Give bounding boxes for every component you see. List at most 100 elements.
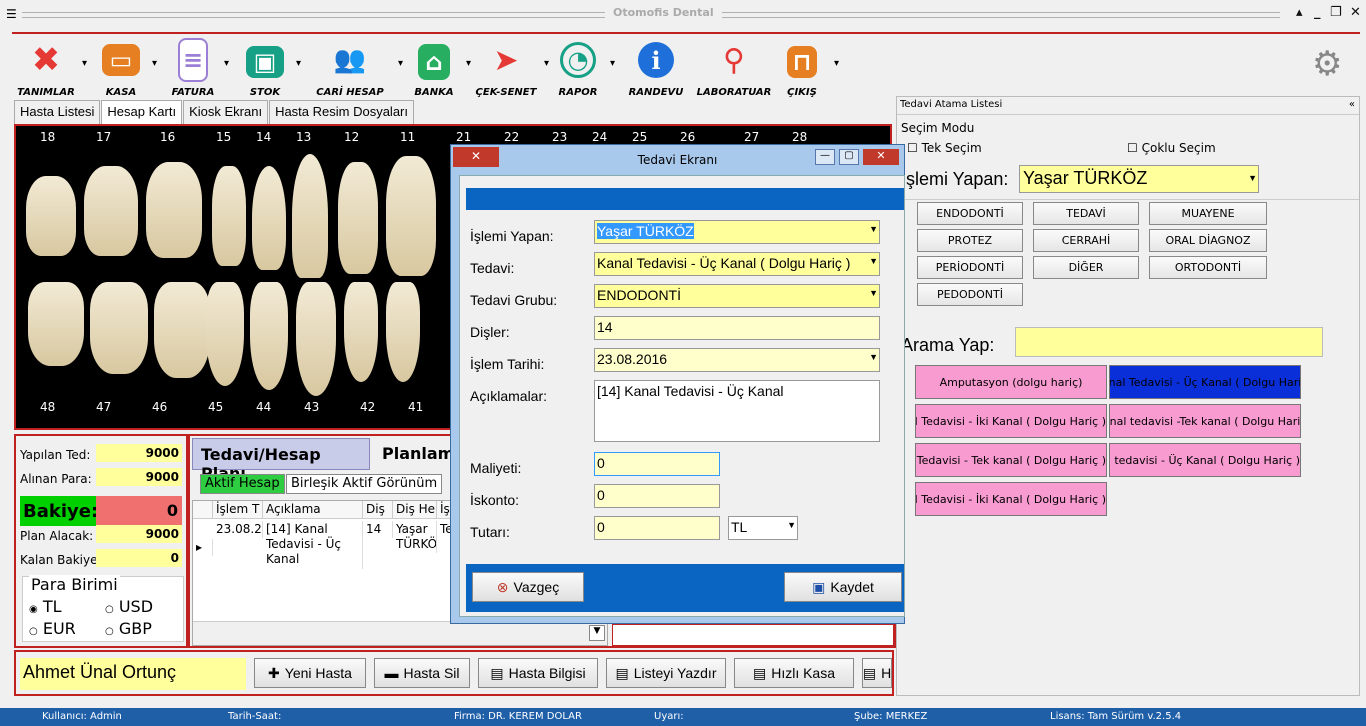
cell-tooth[interactable]: 14 [363, 521, 393, 538]
toolbar-tanimlar[interactable]: ✖ TANIMLAR [6, 38, 86, 98]
minimize-button[interactable]: _ [1314, 5, 1321, 20]
group-select[interactable]: ENDODONTİ ▼ [594, 284, 880, 308]
print-list-button[interactable]: ▤ Listeyi Yazdır [606, 658, 726, 688]
more-button[interactable]: ▤ H [862, 658, 892, 688]
toolbar-banka[interactable]: ⌂ BANKA [394, 38, 474, 98]
button-label: Kaydet [830, 579, 874, 595]
chevron-down-icon[interactable]: ▾ [610, 58, 615, 69]
currency-select[interactable]: TL ▼ [728, 516, 798, 540]
tab-hasta-listesi[interactable]: Hasta Listesi [14, 100, 101, 124]
tooth-18[interactable] [26, 176, 76, 256]
column-header[interactable]: Açıklama [263, 501, 363, 519]
category-tedavi[interactable]: TEDAVİ [1033, 202, 1139, 225]
tooth-12[interactable] [338, 162, 378, 274]
tooth-42[interactable] [344, 282, 378, 382]
category-pedodonti[interactable]: PEDODONTİ [917, 283, 1023, 306]
column-header[interactable]: Diş Hel [393, 501, 437, 519]
toolbar-cari-hesap[interactable]: 👥 CARİ HESAP [310, 38, 390, 98]
close-button[interactable]: ✕ [863, 149, 899, 165]
radio-tl[interactable]: ◉ TL [29, 597, 62, 616]
teeth-input[interactable]: 14 [594, 316, 880, 340]
secondary-field[interactable] [612, 624, 894, 646]
category-endodonti[interactable]: ENDODONTİ [917, 202, 1023, 225]
cell-desc[interactable]: [14] Kanal Tedavisi - Üç Kanal [263, 521, 363, 569]
toolbar-kasa[interactable]: ▭ KASA [81, 38, 161, 98]
treatment-select[interactable]: Kanal Tedavisi - Üç Kanal ( Dolgu Hariç … [594, 252, 880, 276]
chevron-down-icon[interactable]: ▾ [834, 58, 839, 69]
category-cerrahi[interactable]: CERRAHİ [1033, 229, 1139, 252]
subtab-aktif-hesap[interactable]: Aktif Hesap [200, 474, 285, 494]
tooth-44[interactable] [250, 282, 288, 390]
date-picker[interactable]: 23.08.2016 ▼ [594, 348, 880, 372]
radio-usd[interactable]: ○ USD [105, 597, 153, 616]
doer-select[interactable]: Yaşar TÜRKÖZ ▼ [594, 220, 880, 244]
tooth-48[interactable] [28, 282, 84, 366]
category-periodonti[interactable]: PERİODONTİ [917, 256, 1023, 279]
multi-select-checkbox[interactable]: ☐ Çoklu Seçim [1127, 141, 1216, 155]
tab-hesap-karti[interactable]: Hesap Kartı [101, 100, 183, 124]
tooth-16[interactable] [146, 162, 202, 258]
toolbar-cek-senet[interactable]: ➤ ÇEK-SENET [466, 38, 546, 99]
toolbar-fatura[interactable]: ≡ FATURA [153, 38, 233, 98]
collapse-panel-icon[interactable]: « [1349, 99, 1355, 110]
category-protez[interactable]: PROTEZ [917, 229, 1023, 252]
cost-input[interactable]: 0 [594, 452, 720, 476]
tab-tedavi-hesap-plani[interactable]: Tedavi/Hesap Planı [192, 438, 370, 483]
category-muayene[interactable]: MUAYENE [1149, 202, 1267, 225]
quick-cash-button[interactable]: ▤ Hızlı Kasa [734, 658, 854, 688]
tooth-43[interactable] [296, 282, 336, 396]
tooth-17[interactable] [84, 166, 138, 256]
tooth-15[interactable] [212, 166, 246, 266]
treatment-item[interactable]: Devitalizasyonlu dişte kanal tedavisi - … [1109, 443, 1301, 477]
collapse-icon[interactable]: ▴ [1296, 5, 1303, 20]
patient-info-button[interactable]: ▤ Hasta Bilgisi [478, 658, 598, 688]
tooth-47[interactable] [90, 282, 148, 374]
discount-input[interactable]: 0 [594, 484, 720, 508]
notes-textarea[interactable]: [14] Kanal Tedavisi - Üç Kanal [594, 380, 880, 442]
tab-kiosk[interactable]: Kiosk Ekranı [183, 100, 269, 124]
treatment-item[interactable]: Kanal tedavisi -Tek kanal ( Dolgu Hariç … [1109, 404, 1301, 438]
toolbar-randevu[interactable]: i RANDEVU [616, 38, 696, 98]
toolbar-rapor[interactable]: ◔ RAPOR [538, 38, 618, 98]
tooth-45[interactable] [206, 282, 244, 386]
cell-date[interactable]: 23.08.2( [213, 521, 263, 538]
toolbar-cikis[interactable]: ⊓ ÇIKIŞ [762, 38, 842, 98]
column-header[interactable]: İşlem T [213, 501, 263, 519]
search-input[interactable] [1015, 327, 1323, 357]
new-patient-button[interactable]: ✚ Yeni Hasta [254, 658, 366, 688]
tooth-46[interactable] [154, 282, 210, 378]
treatment-item[interactable]: Devitalizasyonlu Dişte Kanal Tedavisi - … [915, 443, 1107, 477]
delete-patient-button[interactable]: ▬ Hasta Sil [374, 658, 470, 688]
tooth-41[interactable] [386, 282, 420, 382]
close-button[interactable]: ✕ [1350, 5, 1361, 20]
treatment-item[interactable]: Kanal Tedavisi - İki Kanal ( Dolgu Hariç… [915, 404, 1107, 438]
radio-eur[interactable]: ○ EUR [29, 619, 76, 638]
cell-doctor[interactable]: Yaşar TÜRKÖ [393, 521, 437, 553]
category-oral-diagnoz[interactable]: ORAL DİAGNOZ [1149, 229, 1267, 252]
category-diger[interactable]: DİĞER [1033, 256, 1139, 279]
toolbar-stok[interactable]: ▣ STOK [225, 38, 305, 98]
doer-select[interactable]: Yaşar TÜRKÖZ ▼ [1019, 165, 1259, 193]
gear-icon[interactable]: ⚙ [1312, 44, 1342, 84]
maximize-button[interactable]: ▢ [839, 149, 859, 165]
minimize-button[interactable]: — [815, 149, 835, 165]
tooth-14[interactable] [252, 166, 286, 270]
column-header[interactable]: Diş [363, 501, 393, 519]
tooth-13[interactable] [292, 154, 328, 278]
window-menu-icon[interactable]: ☰ [6, 7, 17, 21]
cancel-button[interactable]: ⊗ Vazgeç [472, 572, 584, 602]
single-select-checkbox[interactable]: ☐ Tek Seçim [907, 141, 982, 155]
save-button[interactable]: ▣ Kaydet [784, 572, 902, 602]
subtab-birlesik[interactable]: Birleşik Aktif Görünüm [286, 474, 443, 494]
chevron-down-icon[interactable]: ▾ [296, 58, 301, 69]
tooth-11[interactable] [386, 156, 436, 276]
radio-gbp[interactable]: ○ GBP [105, 619, 152, 638]
treatment-item-selected[interactable]: Kanal Tedavisi - Üç Kanal ( Dolgu Hariç … [1109, 365, 1301, 399]
treatment-item[interactable]: Devitalizasyonlu Dişte Kanal Tedavisi - … [915, 482, 1107, 516]
chevron-down-icon[interactable]: ▼ [589, 625, 605, 641]
total-input[interactable]: 0 [594, 516, 720, 540]
category-ortodonti[interactable]: ORTODONTİ [1149, 256, 1267, 279]
treatment-item[interactable]: Amputasyon (dolgu hariç) [915, 365, 1107, 399]
tab-resim-dosyalari[interactable]: Hasta Resim Dosyaları [269, 100, 414, 124]
restore-button[interactable]: ❐ [1330, 5, 1342, 20]
